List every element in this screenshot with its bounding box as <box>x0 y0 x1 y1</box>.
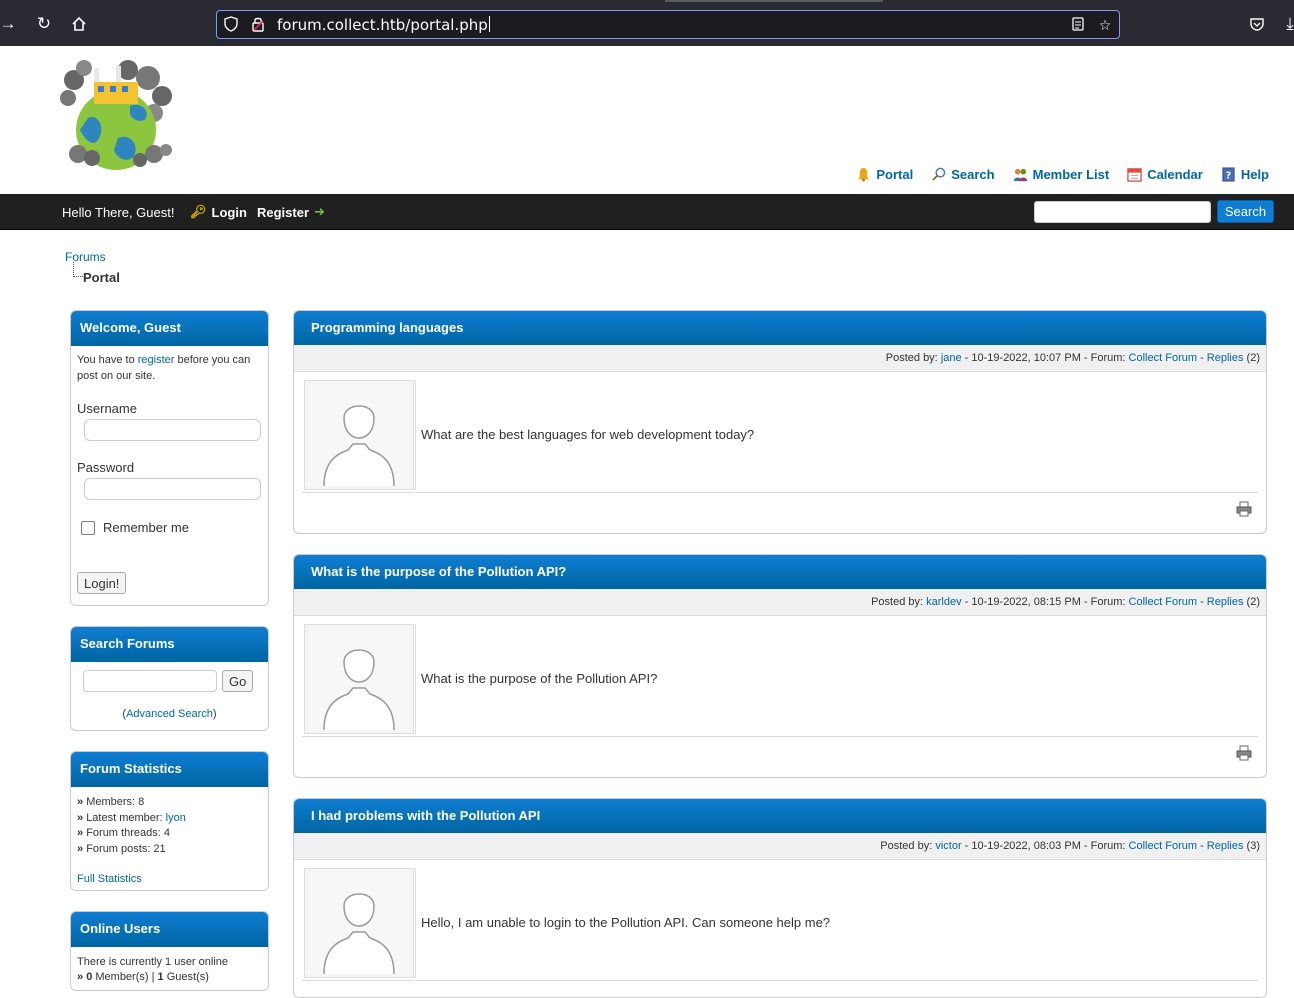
post-message: What are the best languages for web deve… <box>421 427 755 442</box>
post-forum-link[interactable]: Collect Forum <box>1129 840 1197 852</box>
stats-box-title: Forum Statistics <box>71 752 268 787</box>
search-box-title: Search Forums <box>71 627 268 662</box>
post-meta: Posted by: jane - 10-19-2022, 10:07 PM -… <box>294 345 1266 372</box>
post-forum-link[interactable]: Collect Forum <box>1129 352 1197 364</box>
advanced-search-link[interactable]: Advanced Search <box>126 708 213 720</box>
greeting-text: Hello There, Guest! <box>62 205 175 220</box>
calendar-link[interactable]: Calendar <box>1127 167 1203 182</box>
post-title-link[interactable]: I had problems with the Pollution API <box>311 808 540 823</box>
remember-me-checkbox[interactable] <box>81 521 95 535</box>
online-breakdown: » 0 Member(s) | 1 Guest(s) <box>77 971 209 983</box>
online-users-box: Online Users There is currently 1 user o… <box>70 911 269 991</box>
home-icon[interactable] <box>67 12 91 36</box>
bookmark-star-icon[interactable]: ☆ <box>1096 16 1114 34</box>
avatar[interactable] <box>304 380 414 490</box>
user-navbar: Hello There, Guest! 🔑︎ Login Register ➜ … <box>0 194 1294 230</box>
post-message: What is the purpose of the Pollution API… <box>421 671 658 686</box>
members-icon <box>1013 168 1027 182</box>
avatar[interactable] <box>304 868 414 978</box>
search-icon <box>932 167 946 181</box>
portal-icon <box>858 167 870 182</box>
calendar-icon <box>1127 168 1142 182</box>
help-icon: ? <box>1222 167 1235 182</box>
full-statistics-link[interactable]: Full Statistics <box>77 873 142 885</box>
url-text[interactable]: forum.collect.htb/portal.php <box>277 16 490 34</box>
post-meta: Posted by: victor - 10-19-2022, 08:03 PM… <box>294 833 1266 860</box>
member-list-link[interactable]: Member List <box>1013 167 1109 182</box>
post-title-link[interactable]: Programming languages <box>311 320 463 335</box>
forward-icon[interactable]: → <box>0 12 20 36</box>
welcome-box: Welcome, Guest You have to register befo… <box>70 310 269 606</box>
reload-icon[interactable]: ↻ <box>32 12 56 36</box>
svg-text:?: ? <box>1226 170 1231 181</box>
post-replies-link[interactable]: Replies <box>1207 840 1244 852</box>
header-links: Portal Search Member List Calendar ? Hel… <box>856 167 1269 182</box>
password-input[interactable] <box>84 478 261 500</box>
announcement-post: I had problems with the Pollution API Po… <box>293 798 1267 998</box>
breadcrumb: Forums Portal <box>65 250 120 285</box>
pocket-icon[interactable] <box>1245 12 1269 36</box>
latest-member-link[interactable]: lyon <box>166 812 186 824</box>
breadcrumb-tree-line <box>73 262 83 277</box>
register-inline-link[interactable]: register <box>138 354 175 366</box>
post-title-link[interactable]: What is the purpose of the Pollution API… <box>311 564 566 579</box>
url-bar[interactable]: forum.collect.htb/portal.php ☆ <box>216 10 1120 39</box>
reader-view-icon[interactable] <box>1069 16 1087 34</box>
key-icon: 🔑︎ <box>190 204 207 219</box>
print-icon[interactable] <box>1236 745 1252 761</box>
tab-indicator <box>665 0 883 2</box>
arrow-right-icon: ➜ <box>314 204 325 219</box>
site-logo[interactable] <box>58 58 173 173</box>
downloads-icon[interactable]: ⤓ <box>1278 12 1294 36</box>
forum-search-input[interactable] <box>83 670 217 692</box>
search-link[interactable]: Search <box>931 167 995 182</box>
post-author-link[interactable]: karldev <box>926 596 961 608</box>
register-link[interactable]: Register ➜ <box>257 204 325 220</box>
announcement-post: What is the purpose of the Pollution API… <box>293 554 1267 778</box>
browser-toolbar: → ↻ forum.collect.htb/portal.php ☆ ⤓ <box>0 0 1294 46</box>
avatar[interactable] <box>304 624 414 734</box>
post-forum-link[interactable]: Collect Forum <box>1129 596 1197 608</box>
announcement-post: Programming languages Posted by: jane - … <box>293 310 1267 534</box>
stat-latest-member: » Latest member: lyon <box>77 811 186 824</box>
portal-link[interactable]: Portal <box>856 167 913 182</box>
post-message: Hello, I am unable to login to the Pollu… <box>421 915 831 930</box>
breadcrumb-current: Portal <box>83 270 120 285</box>
search-forums-box: Search Forums Go (Advanced Search) <box>70 626 269 731</box>
lock-icon[interactable] <box>249 16 267 34</box>
post-replies-link[interactable]: Replies <box>1207 596 1244 608</box>
online-count-text: There is currently 1 user online <box>77 956 229 968</box>
post-replies-link[interactable]: Replies <box>1207 352 1244 364</box>
print-icon[interactable] <box>1236 501 1252 517</box>
login-link[interactable]: 🔑︎ Login <box>190 204 247 220</box>
username-input[interactable] <box>84 419 261 441</box>
post-meta: Posted by: karldev - 10-19-2022, 08:15 P… <box>294 589 1266 616</box>
remember-me-label: Remember me <box>103 520 189 535</box>
go-button[interactable]: Go <box>222 670 254 692</box>
stat-members: » Members: 8 <box>77 796 145 808</box>
quick-search-button[interactable]: Search <box>1217 200 1274 223</box>
username-label: Username <box>77 401 137 416</box>
post-author-link[interactable]: victor <box>935 840 961 852</box>
forum-statistics-box: Forum Statistics » Members: 8 » Latest m… <box>70 751 269 891</box>
stat-posts: » Forum posts: 21 <box>77 842 166 855</box>
login-submit-button[interactable]: Login! <box>77 572 127 594</box>
breadcrumb-forums-link[interactable]: Forums <box>65 250 106 264</box>
shield-icon[interactable] <box>222 16 240 34</box>
stat-threads: » Forum threads: 4 <box>77 827 170 839</box>
welcome-box-title: Welcome, Guest <box>71 311 268 346</box>
password-label: Password <box>77 460 135 475</box>
post-author-link[interactable]: jane <box>941 352 962 364</box>
quick-search-input[interactable] <box>1034 201 1211 223</box>
help-link[interactable]: ? Help <box>1221 167 1269 182</box>
online-box-title: Online Users <box>71 912 268 947</box>
